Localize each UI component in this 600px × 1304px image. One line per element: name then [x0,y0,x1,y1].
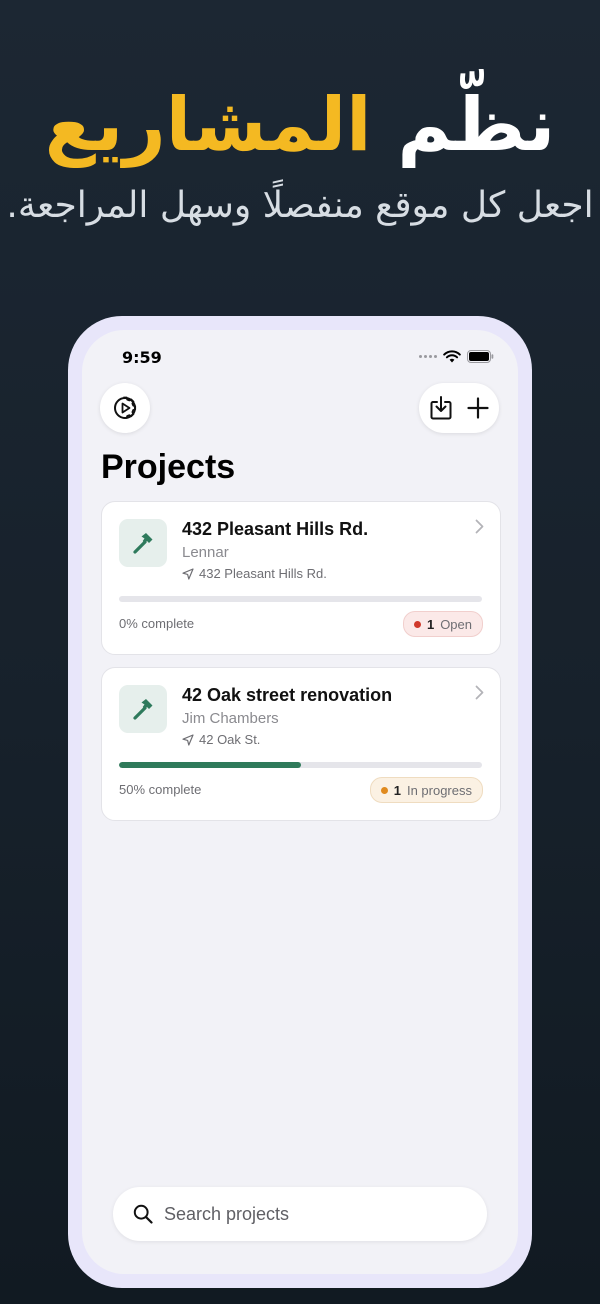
project-card[interactable]: 42 Oak street renovation Jim Chambers 42… [101,667,501,821]
promo-headline-word2: المشاريع [44,82,372,168]
settings-button[interactable] [100,383,150,433]
status-count: 1 [393,782,401,798]
location-arrow-icon [182,567,194,580]
project-client: Lennar [182,544,229,561]
gear-icon [114,396,137,419]
search-input[interactable] [164,1203,454,1225]
project-title: 432 Pleasant Hills Rd. [182,519,369,539]
progress-bar [119,596,482,602]
wifi-icon [443,350,461,363]
status-badge: 1 In progress [369,777,483,803]
app-screen: 9:59 Projects 432 Pleasant Hills Rd. Len… [82,330,518,1274]
search-bar[interactable] [113,1187,487,1241]
progress-label: 0% complete [119,616,195,631]
page-title: Projects [101,448,236,486]
project-card[interactable]: 432 Pleasant Hills Rd. Lennar 432 Pleasa… [101,501,501,655]
progress-label: 50% complete [119,782,202,797]
add-project-button[interactable] [467,397,489,419]
status-badge: 1 Open [402,611,483,637]
status-label: In progress [406,782,472,798]
header-actions [419,383,499,433]
signal-dots-icon [419,355,437,358]
project-address-text: 42 Oak St. [199,732,261,747]
project-address: 42 Oak St. [182,732,260,747]
promo-headline: نظّم المشاريع [0,70,600,180]
project-client: Jim Chambers [182,710,279,727]
project-title: 42 Oak street renovation [182,685,393,705]
search-icon [133,1204,153,1224]
hammer-icon [119,685,167,733]
chevron-right-icon [475,685,484,700]
status-time: 9:59 [122,348,162,367]
status-label: Open [440,616,472,632]
project-address-text: 432 Pleasant Hills Rd. [199,566,327,581]
hammer-icon [119,519,167,567]
status-dot [413,620,421,628]
status-dot [380,786,388,794]
import-button[interactable] [429,395,453,421]
promo-headline-word1: نظّم [397,82,556,168]
battery-icon [467,350,494,363]
progress-fill [119,762,301,768]
progress-bar [119,762,482,768]
status-count: 1 [426,616,435,632]
project-address: 432 Pleasant Hills Rd. [182,566,327,581]
chevron-right-icon [475,519,484,534]
promo-subtitle: اجعل كل موقع منفصلًا وسهل المراجعة. [6,185,594,226]
location-arrow-icon [182,733,194,746]
status-icons [419,350,494,363]
